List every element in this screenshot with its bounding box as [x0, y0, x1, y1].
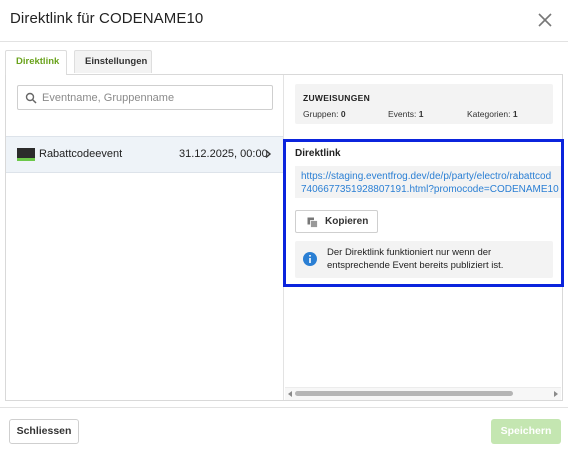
event-thumbnail	[17, 148, 35, 161]
search-field[interactable]	[17, 85, 273, 110]
info-text: Der Direktlink funktioniert nur wenn der…	[327, 247, 504, 271]
copy-button-label: Kopieren	[325, 216, 369, 227]
event-date: 31.12.2025, 00:00	[179, 148, 268, 160]
direktlink-section: Direktlink https://staging.eventfrog.dev…	[285, 140, 562, 285]
copy-icon	[307, 217, 318, 228]
save-button[interactable]: Speichern	[491, 419, 561, 444]
info-icon	[303, 252, 317, 266]
event-list-item[interactable]: Rabattcodeevent 31.12.2025, 00:00	[6, 136, 283, 173]
direktlink-title: Direktlink	[295, 148, 341, 159]
chevron-right-icon	[265, 149, 272, 159]
horizontal-scrollbar[interactable]	[285, 387, 561, 400]
content-panel: Rabattcodeevent 31.12.2025, 00:00 ZUWEIS…	[5, 74, 563, 401]
search-input[interactable]	[42, 88, 267, 107]
info-notice: Der Direktlink funktioniert nur wenn der…	[295, 241, 553, 278]
zuweisungen-box: ZUWEISUNGEN Gruppen: 0 Events: 1 Kategor…	[295, 84, 553, 124]
copy-button[interactable]: Kopieren	[295, 210, 378, 233]
event-name: Rabattcodeevent	[39, 148, 123, 160]
kategorien-count: Kategorien: 1	[467, 109, 518, 119]
direktlink-url-line1[interactable]: https://staging.eventfrog.dev/de/p/party…	[301, 170, 562, 183]
event-list-pane: Rabattcodeevent 31.12.2025, 00:00	[6, 75, 284, 400]
scrollbar-thumb[interactable]	[295, 391, 513, 396]
gruppen-count: Gruppen: 0	[303, 109, 346, 119]
search-icon	[25, 92, 37, 104]
dialog-header: Direktlink für CODENAME10	[0, 0, 568, 42]
dialog-footer: Schliessen Speichern	[0, 407, 568, 450]
close-button[interactable]: Schliessen	[9, 419, 79, 444]
events-count: Events: 1	[388, 109, 424, 119]
direktlink-url[interactable]: https://staging.eventfrog.dev/de/p/party…	[295, 166, 562, 198]
dialog-title: Direktlink für CODENAME10	[10, 10, 204, 27]
zuweisungen-title: ZUWEISUNGEN	[303, 93, 371, 103]
scroll-left-icon[interactable]	[288, 391, 292, 397]
close-icon[interactable]	[534, 9, 556, 31]
detail-pane: ZUWEISUNGEN Gruppen: 0 Events: 1 Kategor…	[285, 75, 562, 400]
tab-direktlink[interactable]: Direktlink	[5, 50, 67, 75]
scroll-right-icon[interactable]	[554, 391, 558, 397]
tab-einstellungen[interactable]: Einstellungen	[74, 50, 152, 73]
direktlink-url-line2[interactable]: 7406677351928807191.html?promocode=CODEN…	[301, 183, 562, 196]
